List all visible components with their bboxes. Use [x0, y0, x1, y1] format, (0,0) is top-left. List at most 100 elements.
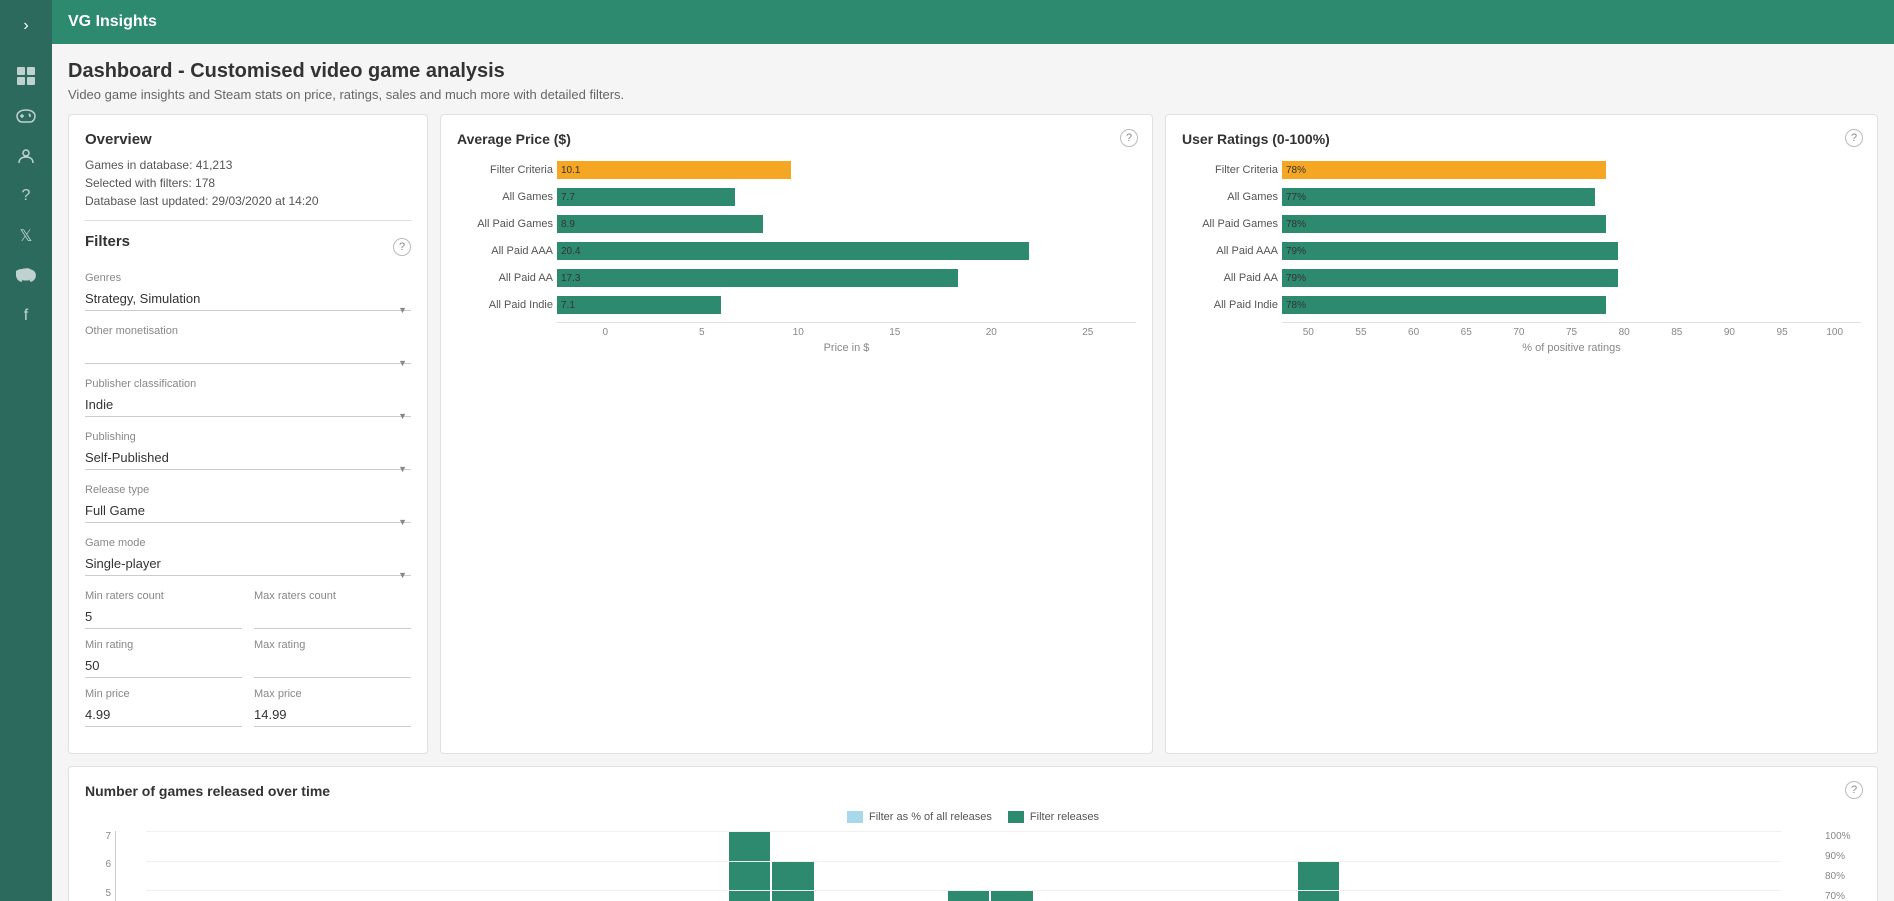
bar-label: All Paid Indie [1182, 299, 1278, 311]
max-price-group: Max price [254, 688, 411, 727]
ts-bar-group [1210, 831, 1252, 901]
max-rating-label: Max rating [254, 639, 411, 651]
axis-labels: 0510152025 [557, 327, 1136, 338]
release-type-label: Release type [85, 484, 411, 496]
bar-value: 17.3 [561, 273, 580, 284]
publishing-select[interactable]: Self-Published [85, 446, 411, 470]
bars-area [115, 831, 1821, 901]
y-axis-left: 76543210 [85, 831, 115, 901]
ts-bar-group [1473, 831, 1515, 901]
axis-label: 55 [1335, 327, 1388, 338]
axis-title: % of positive ratings [1282, 342, 1861, 354]
timeseries-help-icon[interactable]: ? [1845, 781, 1863, 799]
bar-container: 8.9 [557, 215, 1136, 233]
other-monetisation-label: Other monetisation [85, 325, 411, 337]
max-price-label: Max price [254, 688, 411, 700]
ts-bar-group [510, 831, 552, 901]
bar: 17.3 [557, 269, 958, 287]
axis-label: 10 [750, 327, 847, 338]
y-axis-label: 6 [105, 859, 111, 870]
bar: 78% [1282, 296, 1606, 314]
filters-title: Filters [85, 233, 130, 250]
avg-price-help-icon[interactable]: ? [1120, 129, 1138, 147]
ts-bar-group [1692, 831, 1734, 901]
y-axis-label: 7 [105, 831, 111, 842]
ts-bar-group [641, 831, 683, 901]
nav-gamepad-icon[interactable] [8, 98, 44, 134]
price-row: Min price Max price [85, 688, 411, 727]
ts-bar-group [247, 831, 289, 901]
bar-container: 78% [1282, 161, 1861, 179]
axis-label: 65 [1440, 327, 1493, 338]
page-title: Dashboard - Customised video game analys… [68, 60, 1878, 83]
bar-row: Filter Criteria78% [1282, 159, 1861, 181]
nav-collapse-icon[interactable]: › [8, 8, 44, 44]
timeseries-title: Number of games released over time [85, 783, 1861, 799]
bar-container: 17.3 [557, 269, 1136, 287]
y-axis-right-label: 80% [1825, 871, 1845, 882]
y-axis-right: 100%90%80%70%60%50%40%30%20%10%0% [1821, 831, 1861, 901]
ts-bar-group [1079, 831, 1121, 901]
nav-user-icon[interactable] [8, 138, 44, 174]
last-updated: Database last updated: 29/03/2020 at 14:… [85, 194, 411, 208]
min-raters-input[interactable] [85, 605, 242, 629]
axis-label: 90 [1703, 327, 1756, 338]
overview-title: Overview [85, 131, 411, 148]
filters-help-icon[interactable]: ? [393, 238, 411, 256]
user-ratings-panel: User Ratings (0-100%) ? Filter Criteria7… [1165, 114, 1878, 754]
bar-value: 78% [1286, 165, 1306, 176]
nav-twitter-icon[interactable]: 𝕏 [8, 218, 44, 254]
max-price-input[interactable] [254, 703, 411, 727]
bar-value: 8.9 [561, 219, 575, 230]
nav-question-icon[interactable]: ? [8, 178, 44, 214]
axis-label: 0 [557, 327, 654, 338]
game-mode-select[interactable]: Single-player [85, 552, 411, 576]
bar-row: All Paid AA79% [1282, 267, 1861, 289]
bar-value: 78% [1286, 300, 1306, 311]
publishing-wrapper: Self-Published [85, 446, 411, 470]
y-axis-label: 5 [105, 888, 111, 899]
publisher-class-wrapper: Indie [85, 393, 411, 417]
bar-container: 10.1 [557, 161, 1136, 179]
legend-filter-releases: Filter releases [1008, 811, 1099, 823]
release-type-wrapper: Full Game [85, 499, 411, 523]
genres-select[interactable]: Strategy, Simulation [85, 287, 411, 311]
bar-label: All Paid AA [457, 272, 553, 284]
games-in-db: Games in database: 41,213 [85, 158, 411, 172]
publisher-class-select[interactable]: Indie [85, 393, 411, 417]
user-ratings-title: User Ratings (0-100%) [1182, 131, 1861, 147]
nav-facebook-icon[interactable]: f [8, 298, 44, 334]
bar-row: All Paid AAA79% [1282, 240, 1861, 262]
min-rating-input[interactable] [85, 654, 242, 678]
min-price-input[interactable] [85, 703, 242, 727]
bar-row: All Games77% [1282, 186, 1861, 208]
bar-container: 79% [1282, 242, 1861, 260]
bar-container: 7.1 [557, 296, 1136, 314]
axis-label: 5 [654, 327, 751, 338]
ts-bar-group [379, 831, 421, 901]
axis-label: 100 [1808, 327, 1861, 338]
avg-price-panel: Average Price ($) ? Filter Criteria10.1A… [440, 114, 1153, 754]
axis: 0510152025Price in $ [557, 322, 1136, 354]
max-raters-input[interactable] [254, 605, 411, 629]
max-rating-input[interactable] [254, 654, 411, 678]
bar-container: 77% [1282, 188, 1861, 206]
bar-label: All Paid AAA [457, 245, 553, 257]
top-bar: VG Insights [52, 0, 1894, 44]
bar-value: 7.1 [561, 300, 575, 311]
user-ratings-help-icon[interactable]: ? [1845, 129, 1863, 147]
avg-price-chart: Filter Criteria10.1All Games7.7All Paid … [457, 159, 1136, 384]
ts-bar-group [772, 831, 814, 901]
release-type-select[interactable]: Full Game [85, 499, 411, 523]
min-raters-group: Min raters count [85, 590, 242, 629]
raters-count-row: Min raters count Max raters count [85, 590, 411, 629]
app-title: VG Insights [68, 13, 157, 31]
other-monetisation-select[interactable] [85, 340, 411, 364]
timeseries-legend: Filter as % of all releases Filter relea… [85, 811, 1861, 823]
ts-bar-group [816, 831, 858, 901]
nav-dashboard-icon[interactable] [8, 58, 44, 94]
nav-discord-icon[interactable] [8, 258, 44, 294]
ts-bar-group [1035, 831, 1077, 901]
ts-bar-group [904, 831, 946, 901]
ts-bar-group [1298, 831, 1340, 901]
